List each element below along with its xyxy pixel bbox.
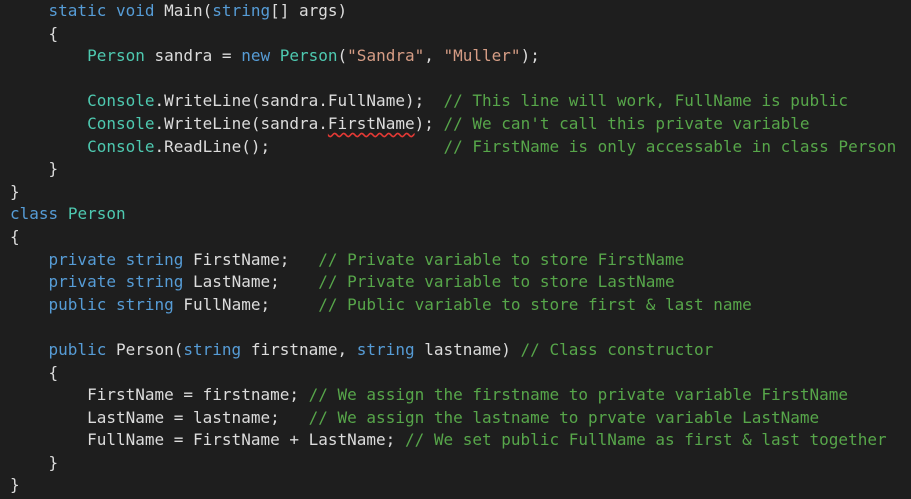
code-line[interactable]: Console.WriteLine(sandra.FirstName); // …	[10, 113, 896, 136]
code-line[interactable]: private string LastName; // Private vari…	[10, 271, 896, 294]
code-token: );	[414, 113, 444, 133]
code-line[interactable]: private string FirstName; // Private var…	[10, 249, 896, 272]
code-line[interactable]: {	[10, 226, 896, 249]
type-token: Console	[87, 91, 155, 111]
code-token: sandra =	[144, 46, 242, 66]
code-token: LastName = lastname;	[10, 407, 309, 427]
code-token: FirstName;	[183, 249, 319, 269]
code-token: LastName;	[183, 272, 319, 292]
code-line[interactable]: {	[10, 362, 896, 385]
code-line[interactable]: public string FullName; // Public variab…	[10, 294, 896, 317]
keyword-token: public	[48, 339, 107, 359]
code-token: {	[10, 362, 59, 382]
code-token: }	[10, 475, 20, 495]
code-token: ,	[424, 46, 444, 66]
comment-token: // We assign the firstname to private va…	[308, 385, 849, 405]
code-line[interactable]: static void Main(string[] args)	[10, 0, 896, 23]
code-line[interactable]: }	[10, 158, 896, 181]
code-line[interactable]: Person sandra = new Person("Sandra", "Mu…	[10, 45, 896, 68]
comment-token: // Private variable to store FirstName	[318, 249, 685, 269]
keyword-token: public	[48, 294, 107, 314]
code-token: }	[10, 159, 59, 179]
keyword-token: string	[212, 1, 271, 20]
code-line[interactable]	[10, 316, 896, 339]
code-token: (	[337, 46, 348, 66]
code-line[interactable]: LastName = lastname; // We assign the la…	[10, 407, 896, 430]
string-token: "Muller"	[443, 46, 521, 66]
keyword-token: string	[115, 294, 174, 314]
comment-token: // We set public FullName as first & las…	[404, 430, 887, 450]
comment-token: // FirstName is only accessable in class…	[443, 136, 897, 156]
code-token: lastname)	[414, 339, 521, 359]
keyword-token: private	[48, 249, 116, 269]
code-line[interactable]: }	[10, 474, 896, 497]
code-line[interactable]: public Person(string firstname, string l…	[10, 339, 896, 362]
code-token: }	[10, 452, 59, 472]
type-token: Person	[279, 46, 338, 66]
code-editor[interactable]: static void Main(string[] args) { Person…	[10, 0, 896, 497]
comment-token: // Private variable to store LastName	[318, 272, 675, 292]
keyword-token: new	[241, 46, 271, 66]
keyword-token: private	[48, 272, 116, 292]
keyword-token: string	[356, 339, 415, 359]
code-line[interactable]: class Person	[10, 203, 896, 226]
keyword-token: void	[115, 1, 155, 20]
keyword-token: class	[10, 204, 59, 224]
code-token: .WriteLine(sandra.	[154, 113, 328, 133]
code-line[interactable]: Console.WriteLine(sandra.FullName); // T…	[10, 90, 896, 113]
string-token: "Sandra"	[347, 46, 425, 66]
type-token: Console	[87, 113, 155, 133]
type-token: Console	[87, 136, 155, 156]
code-line[interactable]: }	[10, 181, 896, 204]
code-line[interactable]: FirstName = firstname; // We assign the …	[10, 384, 896, 407]
keyword-token: static	[48, 1, 107, 20]
code-token: .WriteLine(sandra.FullName);	[154, 91, 444, 111]
keyword-token: string	[125, 272, 184, 292]
keyword-token: string	[125, 249, 184, 269]
code-token: [] args)	[270, 1, 348, 20]
code-token: }	[10, 181, 20, 201]
comment-token: // Class constructor	[520, 339, 714, 359]
code-token: .ReadLine();	[154, 136, 444, 156]
error-token: FirstName	[327, 113, 415, 133]
comment-token: // This line will work, FullName is publ…	[443, 91, 849, 111]
comment-token: // We can't call this private variable	[443, 113, 810, 133]
code-token: FullName;	[173, 294, 319, 314]
comment-token: // Public variable to store first & last…	[318, 294, 752, 314]
type-token: Person	[67, 204, 126, 224]
code-token: Person(	[106, 339, 184, 359]
code-token: );	[520, 46, 540, 66]
code-token: FullName = FirstName + LastName;	[10, 430, 405, 450]
code-line[interactable]	[10, 68, 896, 91]
code-line[interactable]: {	[10, 23, 896, 46]
code-token: {	[10, 23, 59, 43]
code-token: {	[10, 226, 20, 246]
code-line[interactable]: FullName = FirstName + LastName; // We s…	[10, 429, 896, 452]
keyword-token: string	[183, 339, 242, 359]
code-token: firstname,	[241, 339, 357, 359]
code-line[interactable]: }	[10, 452, 896, 475]
code-token: FirstName = firstname;	[10, 385, 309, 405]
type-token: Person	[87, 46, 145, 66]
comment-token: // We assign the lastname to prvate vari…	[308, 407, 820, 427]
code-token: Main(	[154, 1, 213, 20]
code-line[interactable]: Console.ReadLine(); // FirstName is only…	[10, 136, 896, 159]
